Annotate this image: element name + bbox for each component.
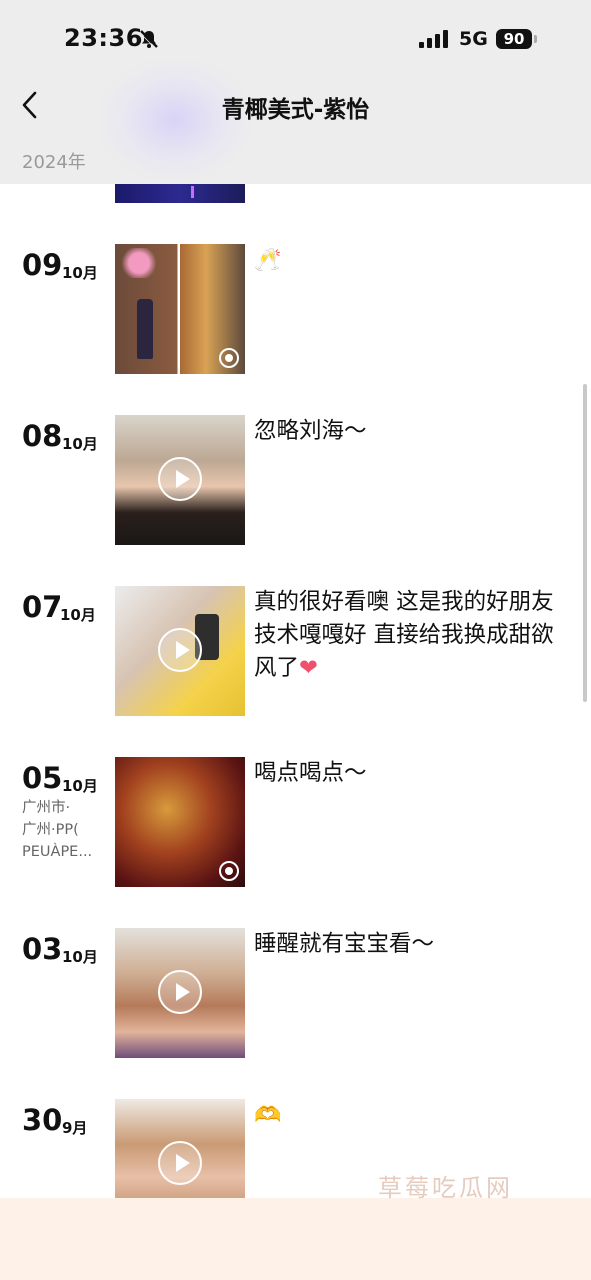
page-title: 青椰美式-紫怡 <box>221 97 370 123</box>
timeline-entry: 09 10月 🥂 <box>0 244 591 376</box>
timeline-entry: 03 10月 睡醒就有宝宝看～ <box>0 928 591 1060</box>
watermark: 草莓吃瓜网 <box>378 1174 513 1202</box>
location-line[interactable]: 广州市· <box>22 797 70 819</box>
entry-month: 10月 <box>62 777 98 795</box>
battery-icon: 90 <box>496 29 532 49</box>
play-icon <box>158 457 202 501</box>
post-caption[interactable]: 🥂 <box>254 244 564 277</box>
post-caption[interactable]: 睡醒就有宝宝看～ <box>254 928 564 961</box>
header: 23:36 5G 90 青椰美式-紫怡 2024年 <box>0 0 591 184</box>
timeline-entry: 05 10月 广州市· 广州·PP( PEUÀPE... 喝点喝点～ <box>0 757 591 889</box>
timeline-entry: 07 10月 真的很好看噢 这是我的好朋友 技术嘎嘎好 直接给我换成甜欲风了❤ <box>0 586 591 718</box>
timeline-entry: 08 10月 忽略刘海～ <box>0 415 591 547</box>
post-thumbnail[interactable] <box>115 757 245 887</box>
entry-month: 10月 <box>62 435 98 453</box>
flower-decoration <box>119 248 159 278</box>
post-thumbnail[interactable] <box>115 415 245 545</box>
post-caption[interactable]: 喝点喝点～ <box>254 757 564 790</box>
entry-month: 10月 <box>60 606 96 624</box>
post-caption[interactable]: 🫶 <box>254 1099 564 1132</box>
partial-thumbnail[interactable] <box>115 184 245 203</box>
heart-emoji: ❤ <box>299 655 318 681</box>
year-label: 2024年 <box>22 152 86 173</box>
location-line[interactable]: 广州·PP( <box>22 819 79 841</box>
post-thumbnail[interactable] <box>115 586 245 716</box>
live-photo-icon <box>219 861 239 881</box>
entry-day: 07 <box>22 590 63 624</box>
cellular-signal-icon <box>419 30 449 52</box>
battery-cap <box>534 35 537 43</box>
entry-month: 10月 <box>62 948 98 966</box>
location-line[interactable]: PEUÀPE... <box>22 841 92 863</box>
scrollbar[interactable] <box>583 384 587 702</box>
post-thumbnail[interactable] <box>115 244 245 374</box>
play-icon <box>158 970 202 1014</box>
entry-month: 10月 <box>62 264 98 282</box>
entry-day: 09 <box>22 248 63 282</box>
entry-day: 05 <box>22 761 63 795</box>
play-icon <box>158 1141 202 1185</box>
post-caption[interactable]: 真的很好看噢 这是我的好朋友 技术嘎嘎好 直接给我换成甜欲风了❤ <box>254 586 564 685</box>
live-photo-icon <box>219 348 239 368</box>
entry-month: 9月 <box>62 1119 88 1137</box>
post-caption[interactable]: 忽略刘海～ <box>254 415 564 448</box>
bottle-decoration <box>137 299 153 359</box>
play-icon <box>158 628 202 672</box>
entry-day: 08 <box>22 419 63 453</box>
status-time: 23:36 <box>64 24 143 52</box>
bell-muted-icon <box>139 29 159 53</box>
bottom-overlay <box>0 1198 591 1280</box>
entry-day: 30 <box>22 1103 63 1137</box>
network-type: 5G <box>459 28 488 50</box>
post-thumbnail[interactable] <box>115 928 245 1058</box>
entry-day: 03 <box>22 932 63 966</box>
